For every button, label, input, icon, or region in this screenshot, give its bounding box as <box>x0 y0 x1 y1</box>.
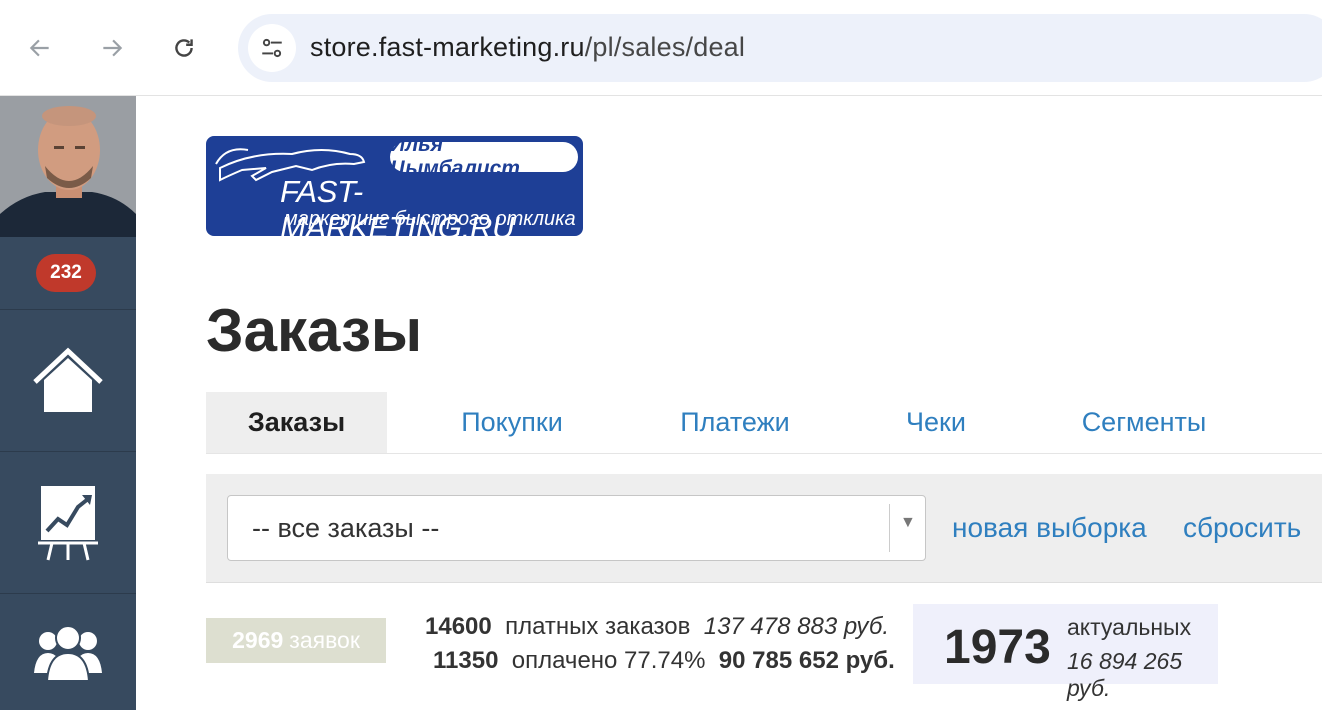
requests-stat[interactable]: 2969 заявок <box>206 618 386 663</box>
paid-orders-row: 14600 платных заказов 137 478 883 руб. <box>425 613 889 641</box>
reload-button[interactable] <box>164 28 204 68</box>
sidebar: 232 <box>0 96 136 710</box>
logo-tagline: маркетинг быстрого отклика <box>284 208 576 230</box>
sidebar-item-home[interactable] <box>0 310 136 452</box>
tab-orders[interactable]: Заказы <box>206 392 387 453</box>
avatar-photo <box>0 96 136 237</box>
reset-link[interactable]: сбросить <box>1183 512 1301 544</box>
home-icon <box>33 347 103 412</box>
tab-purchases[interactable]: Покупки <box>432 392 592 453</box>
users-icon <box>34 625 102 681</box>
chart-icon <box>38 485 98 560</box>
tab-receipts[interactable]: Чеки <box>886 392 986 453</box>
url-host: store.fast-marketing.ru <box>310 32 585 62</box>
filter-bar: -- все заказы -- ▼ новая выборка сбросит… <box>206 474 1322 583</box>
browser-toolbar: store.fast-marketing.ru/pl/sales/deal <box>0 0 1322 96</box>
brand-logo[interactable]: Илья Цымбалист FAST-MARKETING.RU маркети… <box>206 136 583 236</box>
paid-orders-count: 14600 <box>425 613 492 640</box>
arrow-right-icon <box>103 39 123 57</box>
paid-label: оплачено 77.74% <box>511 647 706 674</box>
notification-badge[interactable]: 232 <box>36 254 96 292</box>
logo-author: Илья Цымбалист <box>390 136 578 180</box>
paid-orders-label: платных заказов <box>505 613 691 640</box>
url-path: /pl/sales/deal <box>584 32 746 62</box>
actual-label: актуальных <box>1067 614 1192 640</box>
avatar[interactable] <box>0 96 136 237</box>
new-selection-link[interactable]: новая выборка <box>952 512 1147 544</box>
sidebar-item-analytics[interactable] <box>0 452 136 594</box>
tune-icon <box>262 38 282 58</box>
requests-count: 2969 <box>232 627 284 653</box>
actual-count: 1973 <box>944 621 1051 674</box>
url-text[interactable]: store.fast-marketing.ru/pl/sales/deal <box>310 32 745 63</box>
paid-count: 11350 <box>433 647 499 674</box>
reload-icon <box>175 39 193 57</box>
chevron-down-icon[interactable]: ▼ <box>900 514 916 532</box>
paid-sum: 90 785 652 руб. <box>718 647 895 674</box>
sidebar-item-users[interactable] <box>0 594 136 710</box>
select-divider <box>889 504 890 552</box>
actual-sum: 16 894 265 руб. <box>1067 648 1183 701</box>
paid-orders-sum: 137 478 883 руб. <box>703 613 890 640</box>
actual-orders-stat[interactable]: 1973 актуальных 16 894 265 руб. <box>913 604 1218 701</box>
paid-row: 11350 оплачено 77.74% 90 785 652 руб. <box>433 647 895 675</box>
notification-area: 232 <box>0 237 136 310</box>
page-title: Заказы <box>206 297 423 364</box>
orders-filter-select[interactable]: -- все заказы -- ▼ <box>227 495 926 561</box>
tab-bar: Заказы Покупки Платежи Чеки Сегменты <box>206 392 1322 454</box>
site-settings-button[interactable] <box>248 24 296 72</box>
forward-button[interactable] <box>92 28 132 68</box>
tab-payments[interactable]: Платежи <box>654 392 816 453</box>
arrow-left-icon <box>29 39 49 57</box>
tab-segments[interactable]: Сегменты <box>1066 392 1222 453</box>
address-bar[interactable]: store.fast-marketing.ru/pl/sales/deal <box>238 14 1322 82</box>
back-button[interactable] <box>20 28 60 68</box>
select-value: -- все заказы -- <box>252 513 440 543</box>
requests-label: заявок <box>289 627 360 653</box>
